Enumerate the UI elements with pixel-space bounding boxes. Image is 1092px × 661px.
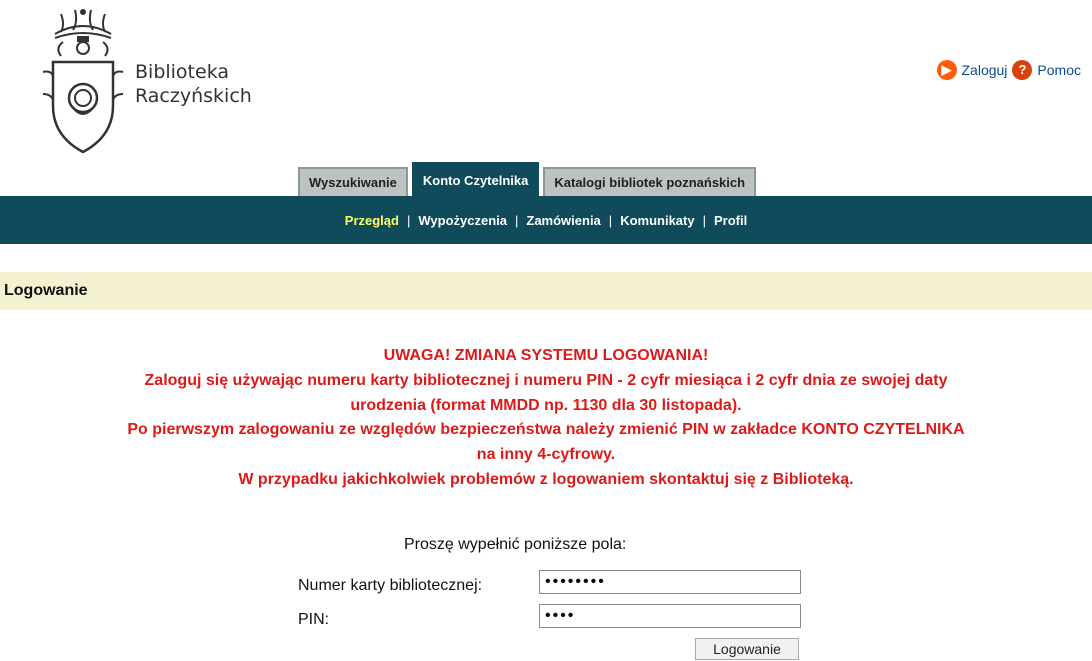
subnav-loans[interactable]: Wypożyczenia — [418, 213, 507, 228]
notice-line: na inny 4-cyfrowy. — [476, 446, 616, 464]
form-intro: Proszę wypełnić poniższe pola: — [404, 536, 627, 553]
pin-label: PIN: — [298, 611, 330, 628]
notice-line: Po pierwszym zalogowaniu ze względów bez… — [127, 421, 965, 439]
tab-poznan-catalogs[interactable]: Katalogi bibliotek poznańskich — [543, 167, 757, 196]
subnav-separator: | — [702, 212, 706, 228]
top-links: ▶ Zaloguj ? Pomoc — [936, 60, 1087, 80]
library-name: Biblioteka Raczyńskich — [135, 60, 252, 108]
notice-line: Zaloguj się używając numeru karty biblio… — [144, 371, 948, 389]
login-notice: UWAGA! ZMIANA SYSTEMU LOGOWANIA! Zaloguj… — [0, 344, 1092, 493]
tab-search[interactable]: Wyszukiwanie — [298, 167, 408, 196]
section-title: Logowanie — [4, 282, 88, 299]
main-tabs: Wyszukiwanie Konto Czytelnika Katalogi b… — [298, 162, 757, 196]
notice-line: urodzenia (format MMDD np. 1130 dla 30 l… — [350, 396, 742, 414]
subnav-overview[interactable]: Przegląd — [345, 213, 399, 228]
card-number-field[interactable]: •••••••• — [539, 570, 801, 594]
question-circle-icon[interactable]: ? — [1012, 60, 1033, 80]
section-header: Logowanie — [0, 272, 1092, 310]
pin-field[interactable]: •••• — [539, 604, 801, 628]
notice-line: W przypadku jakichkolwiek problemów z lo… — [238, 470, 854, 488]
subnav-messages[interactable]: Komunikaty — [620, 213, 694, 228]
sub-navigation: Przegląd | Wypożyczenia | Zamówienia | K… — [0, 196, 1092, 244]
subnav-separator: | — [514, 212, 519, 228]
library-logo — [42, 9, 124, 154]
subnav-orders[interactable]: Zamówienia — [526, 213, 600, 228]
tab-reader-account[interactable]: Konto Czytelnika — [411, 162, 540, 196]
library-name-line1: Biblioteka — [135, 61, 230, 83]
notice-line: UWAGA! ZMIANA SYSTEMU LOGOWANIA! — [383, 347, 709, 364]
subnav-separator: | — [608, 212, 613, 228]
login-link[interactable]: Zaloguj — [962, 62, 1008, 78]
help-link[interactable]: Pomoc — [1037, 62, 1081, 78]
library-name-line2: Raczyńskich — [135, 85, 252, 107]
subnav-separator: | — [406, 212, 411, 228]
play-circle-icon[interactable]: ▶ — [936, 60, 957, 80]
subnav-profile[interactable]: Profil — [714, 213, 747, 228]
login-button[interactable]: Logowanie — [695, 638, 799, 660]
card-number-label: Numer karty bibliotecznej: — [298, 577, 483, 594]
